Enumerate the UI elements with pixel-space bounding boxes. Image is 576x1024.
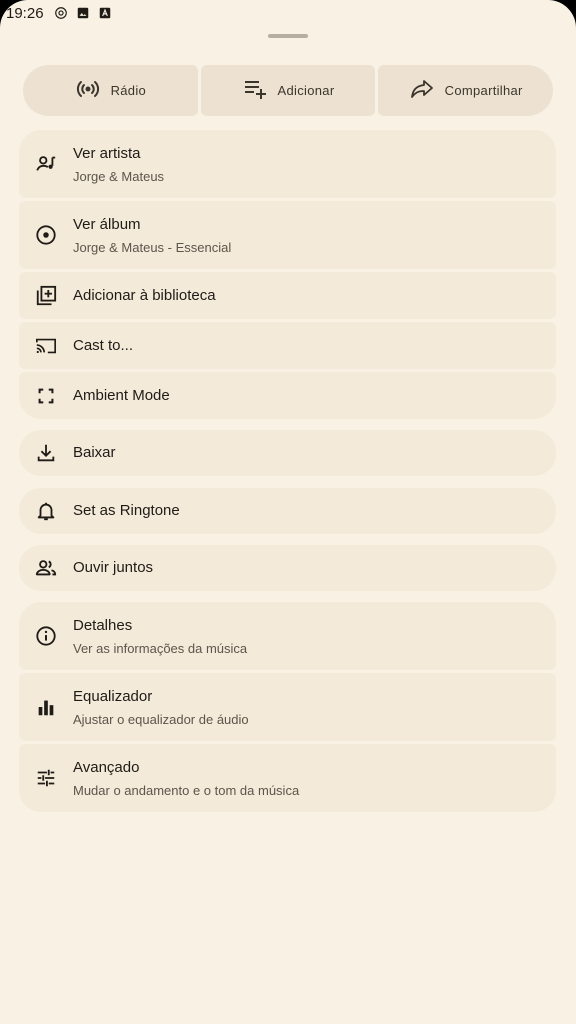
add-to-playlist-button[interactable]: Adicionar <box>200 65 376 116</box>
share-button[interactable]: Compartilhar <box>378 65 554 116</box>
bell-icon <box>35 500 57 522</box>
action-row: Rádio Adicionar Compartilhar <box>23 65 554 116</box>
menu-item-title: Ambient Mode <box>73 387 170 404</box>
menu-item-title: Equalizador <box>73 688 153 705</box>
album-icon <box>35 224 57 246</box>
menu-item-view-artist[interactable]: Ver artista Jorge & Mateus <box>19 130 556 198</box>
people-icon <box>35 557 57 579</box>
radio-broadcast-icon <box>75 76 101 105</box>
cast-icon <box>35 335 57 357</box>
menu-item-subtitle: Ajustar o equalizador de áudio <box>73 712 249 727</box>
download-icon <box>35 442 57 464</box>
menu-item-equalizer[interactable]: Equalizador Ajustar o equalizador de áud… <box>19 673 556 741</box>
radio-button[interactable]: Rádio <box>23 65 198 116</box>
menu-item-title: Ouvir juntos <box>73 559 154 576</box>
menu-item-advanced[interactable]: Avançado Mudar o andamento e o tom da mú… <box>19 744 556 812</box>
status-bar: 19:26 <box>0 0 166 26</box>
info-icon <box>35 625 57 647</box>
share-icon <box>409 76 435 105</box>
menu-item-set-ringtone[interactable]: Set as Ringtone <box>19 488 556 534</box>
menu-item-subtitle: Jorge & Mateus <box>73 169 165 184</box>
menu-item-cast[interactable]: Cast to... <box>19 322 556 369</box>
status-time: 19:26 <box>6 4 44 22</box>
menu-item-ambient-mode[interactable]: Ambient Mode <box>19 372 556 419</box>
radio-label: Rádio <box>110 83 147 98</box>
menu-item-subtitle: Jorge & Mateus - Essencial <box>73 240 232 255</box>
share-label: Compartilhar <box>444 83 523 98</box>
menu-item-subtitle: Ver as informações da música <box>73 641 248 656</box>
menu-item-title: Cast to... <box>73 337 134 354</box>
at-sign-icon <box>54 6 68 20</box>
tune-icon <box>35 767 57 789</box>
menu-item-title: Detalhes <box>73 617 133 634</box>
text-a-icon <box>98 6 112 20</box>
library-add-icon <box>35 285 57 307</box>
menu-item-add-to-library[interactable]: Adicionar à biblioteca <box>19 272 556 319</box>
drag-handle[interactable] <box>268 34 308 38</box>
fullscreen-icon <box>35 385 57 407</box>
menu-item-details[interactable]: Detalhes Ver as informações da música <box>19 602 556 670</box>
menu-item-title: Set as Ringtone <box>73 502 180 519</box>
menu-item-download[interactable]: Baixar <box>19 430 556 476</box>
menu-item-subtitle: Mudar o andamento e o tom da música <box>73 783 300 798</box>
menu-item-title: Ver artista <box>73 145 141 162</box>
menu-item-view-album[interactable]: Ver álbum Jorge & Mateus - Essencial <box>19 201 556 269</box>
menu-item-title: Ver álbum <box>73 216 141 233</box>
add-label: Adicionar <box>277 83 335 98</box>
menu-item-title: Avançado <box>73 759 140 776</box>
equalizer-icon <box>35 696 57 718</box>
menu-item-title: Adicionar à biblioteca <box>73 287 216 304</box>
artist-icon <box>35 153 57 175</box>
playlist-add-icon <box>242 76 268 105</box>
bottom-sheet: 19:26 Rádio Adicionar Compartilhar Ver a… <box>0 0 576 1024</box>
menu-item-title: Baixar <box>73 444 116 461</box>
menu-item-listen-together[interactable]: Ouvir juntos <box>19 545 556 591</box>
image-icon <box>76 6 90 20</box>
